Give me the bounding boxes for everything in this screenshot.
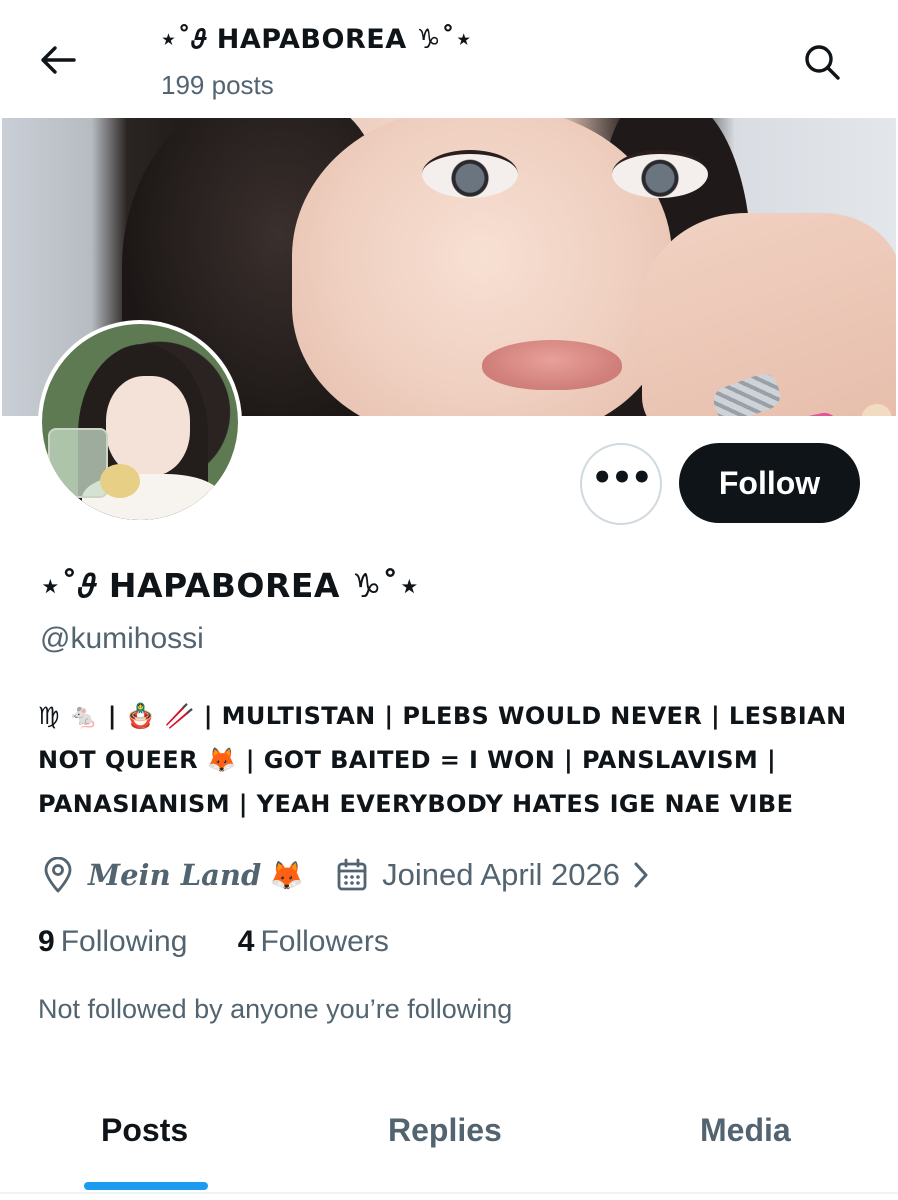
followers-label: Followers: [260, 925, 389, 958]
profile-meta: Mein Land 🦊 Joined April 2026: [40, 852, 650, 898]
follow-stats: 9 Following 4 Followers: [38, 925, 431, 959]
followers-link[interactable]: 4 Followers: [238, 925, 389, 959]
banner-eye-shape: [612, 150, 708, 198]
chevron-right-icon[interactable]: [632, 861, 650, 889]
joined-date[interactable]: Joined April 2026: [382, 857, 620, 893]
following-count: 9: [38, 925, 55, 958]
header-posts-count: 199 posts: [161, 70, 274, 100]
tabs-divider: [0, 1192, 898, 1194]
profile-bio: ♍ 🐁 | 🪆 🥢 | MULTISTAN | PLEBS WOULD NEVE…: [38, 694, 868, 826]
banner-lips-shape: [482, 340, 622, 390]
mutuals-text: Not followed by anyone you’re following: [38, 994, 513, 1024]
back-arrow-icon: [41, 46, 76, 74]
bio-line: NOT QUEER 🦊 | GOT BAITED = I WON | PANSL…: [38, 746, 777, 774]
fox-emoji: 🦊: [269, 858, 305, 892]
calendar-icon: [334, 855, 370, 895]
follow-button[interactable]: Follow: [679, 443, 860, 523]
followers-count: 4: [237, 925, 255, 958]
location-text: Mein Land: [88, 858, 262, 892]
user-handle: @kumihossi: [40, 622, 204, 655]
following-link[interactable]: 9 Following: [38, 925, 187, 959]
more-icon: •••: [591, 458, 652, 498]
profile-avatar[interactable]: [38, 320, 242, 524]
avatar-glass-shape: [48, 428, 108, 498]
avatar-fruit-shape: [100, 464, 140, 498]
tab-posts[interactable]: Posts: [101, 1112, 188, 1149]
search-icon: [805, 45, 840, 80]
location-pin-icon: [40, 855, 76, 895]
tab-media[interactable]: Media: [700, 1112, 791, 1149]
bio-line: PANASIANISM | YEAH EVERYBODY HATES IGE N…: [38, 790, 794, 818]
header-title: ⋆˚𝜗 HAPABOREA ♑︎˚⋆: [160, 24, 473, 55]
top-bar: ⋆˚𝜗 HAPABOREA ♑︎˚⋆ 199 posts: [0, 0, 898, 118]
banner-eye-shape: [422, 150, 518, 198]
profile-tabs: Posts Replies Media: [0, 1100, 898, 1200]
bio-line: ♍ 🐁 | 🪆 🥢 | MULTISTAN | PLEBS WOULD NEVE…: [38, 702, 847, 730]
more-options-button[interactable]: •••: [580, 443, 662, 525]
tab-replies[interactable]: Replies: [388, 1112, 502, 1149]
display-name: ⋆˚𝜗 HAPABOREA ♑︎˚⋆: [40, 566, 421, 605]
active-tab-indicator: [84, 1182, 208, 1190]
back-button[interactable]: [36, 38, 80, 82]
search-button[interactable]: [798, 38, 846, 86]
following-label: Following: [60, 925, 188, 958]
avatar-face-shape: [106, 376, 190, 476]
